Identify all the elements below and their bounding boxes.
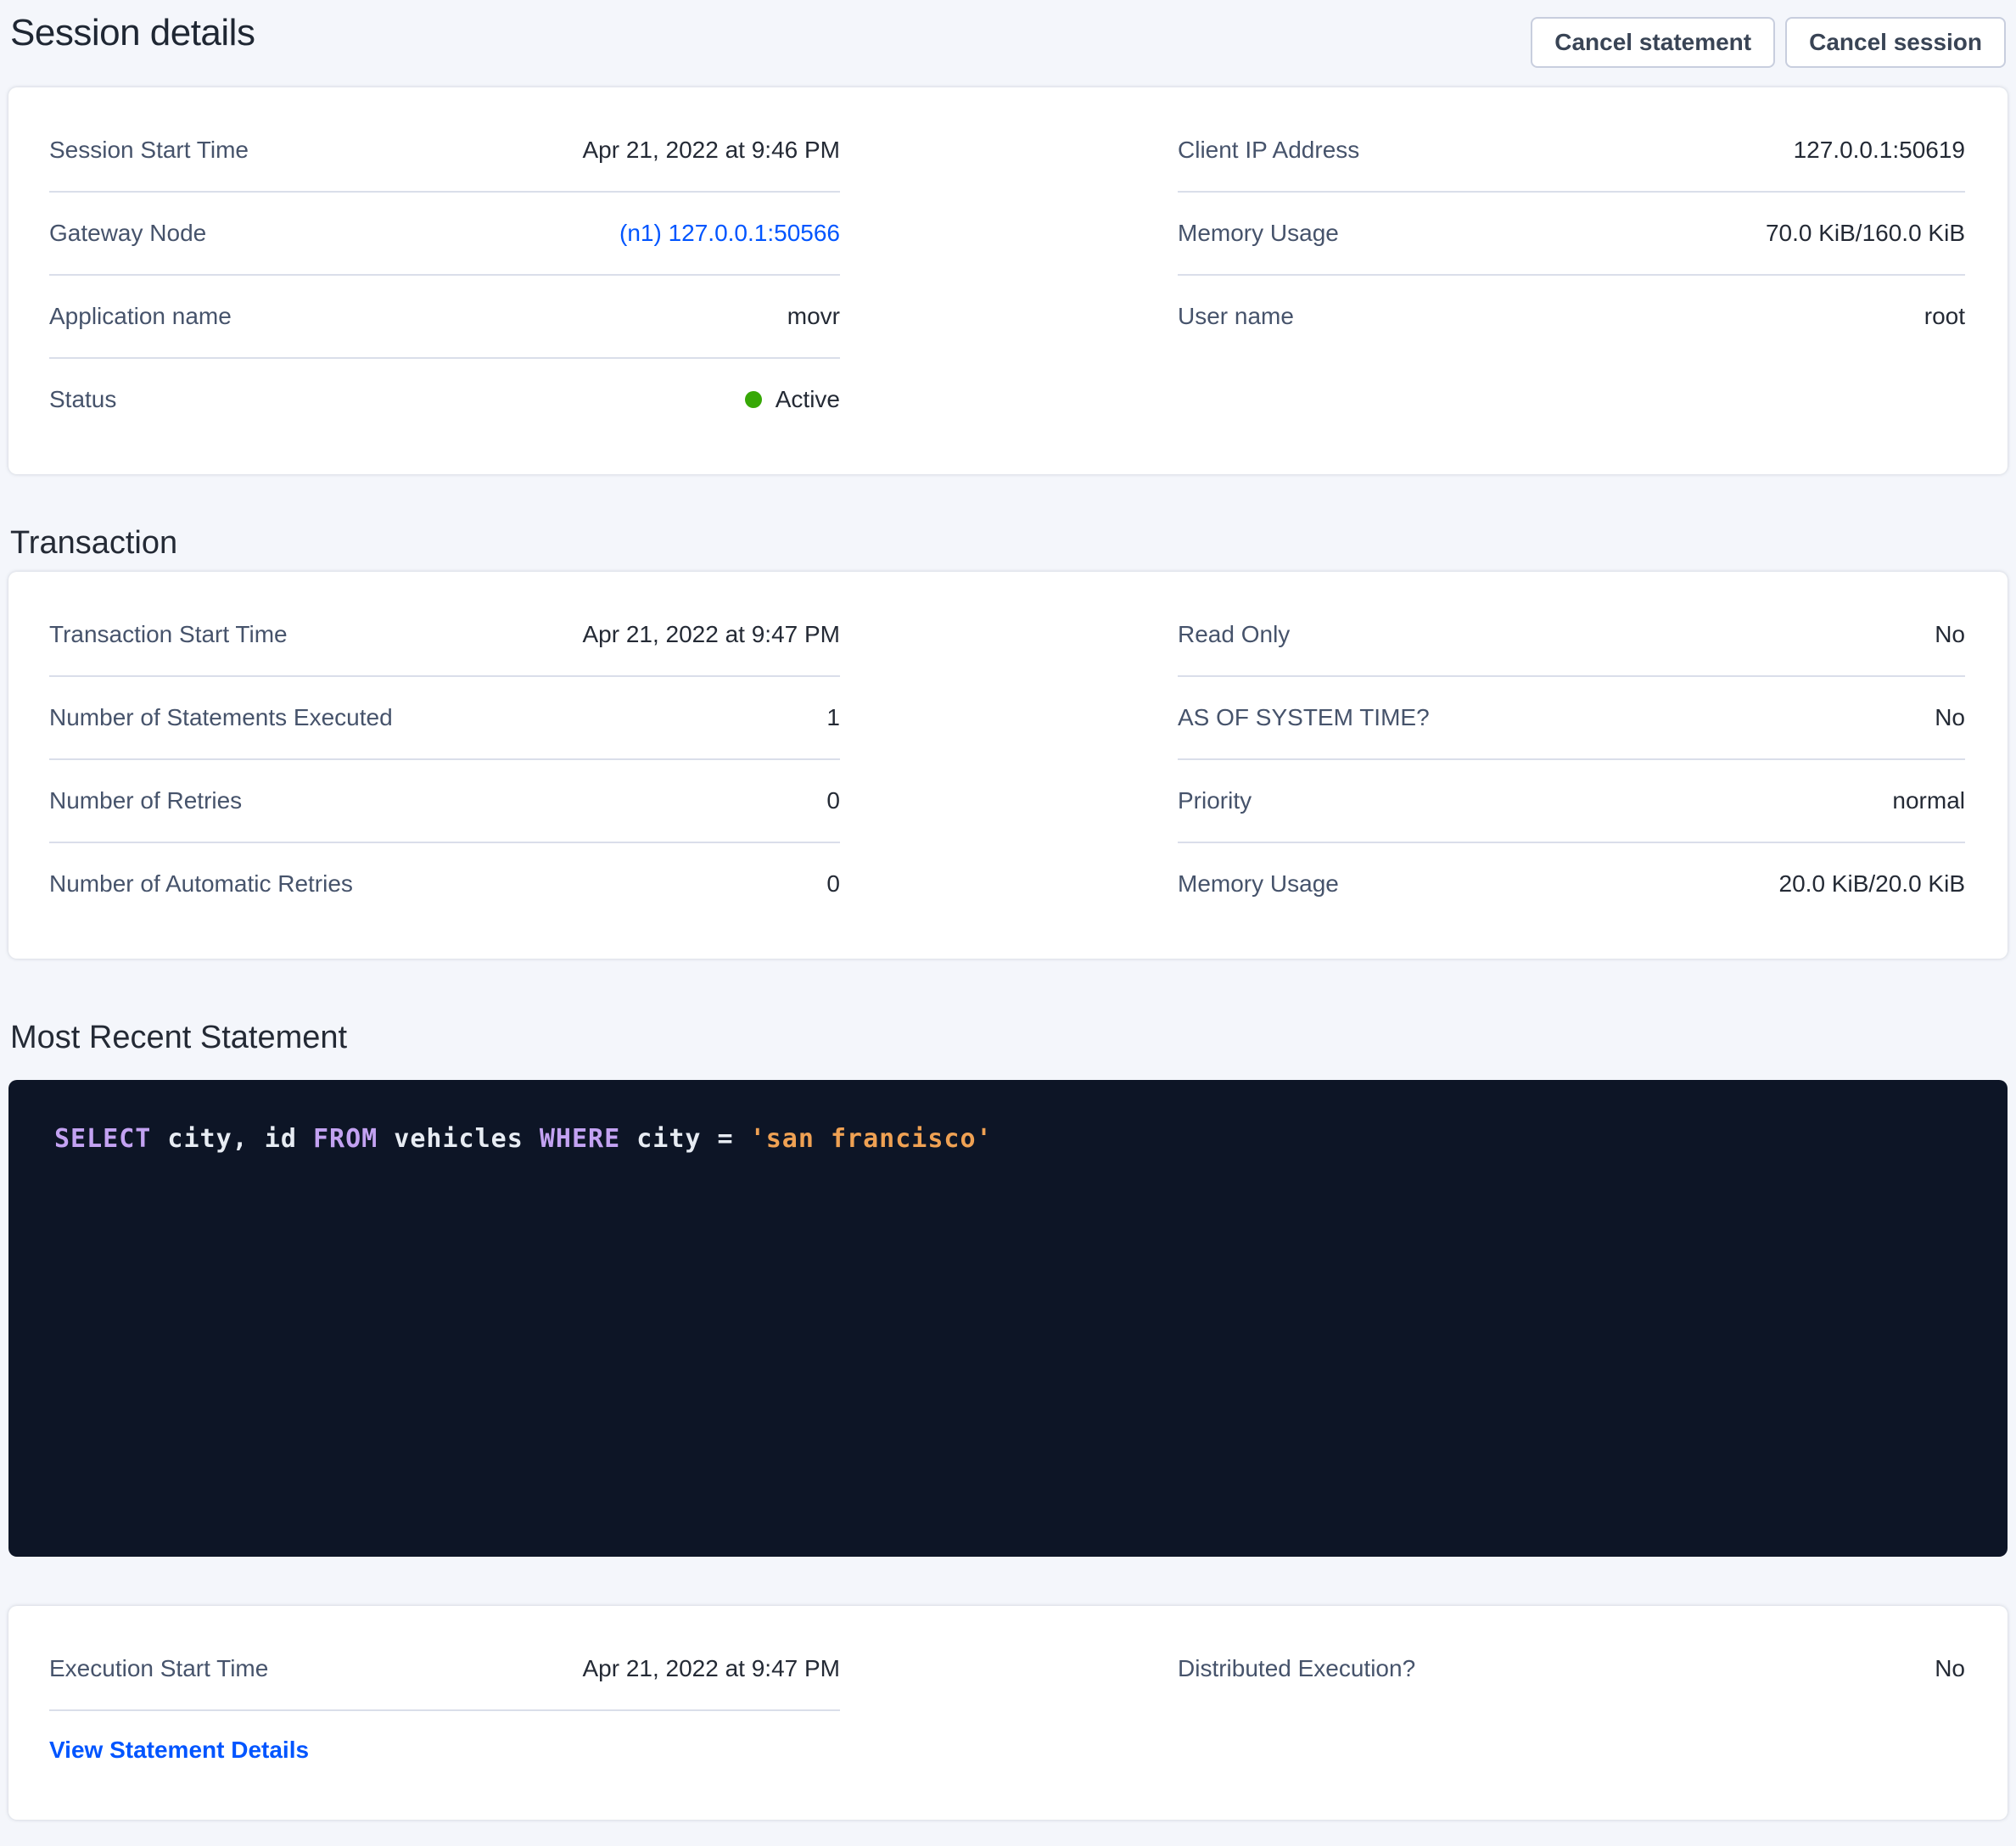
- row-value: normal: [1892, 786, 1965, 816]
- row-value: movr: [787, 301, 840, 332]
- sql-statement-box: SELECT city, id FROM vehicles WHERE city…: [8, 1080, 2008, 1557]
- row-label: Distributed Execution?: [1178, 1653, 1415, 1684]
- execution-card-left-column: Execution Start Time Apr 21, 2022 at 9:4…: [49, 1628, 840, 1765]
- header-actions: Cancel statement Cancel session: [1531, 12, 2006, 68]
- row-value: Apr 21, 2022 at 9:46 PM: [582, 135, 840, 165]
- row-label: Number of Retries: [49, 786, 242, 816]
- row-label: Number of Automatic Retries: [49, 869, 353, 899]
- row-label: Execution Start Time: [49, 1653, 268, 1684]
- row-label: AS OF SYSTEM TIME?: [1178, 702, 1430, 733]
- row-label: Client IP Address: [1178, 135, 1359, 165]
- transaction-card-right-column: Read Only No AS OF SYSTEM TIME? No Prior…: [1178, 594, 1965, 925]
- row-label: Memory Usage: [1178, 218, 1339, 249]
- row-label: Application name: [49, 301, 232, 332]
- row-label: Status: [49, 384, 116, 415]
- row-value: Apr 21, 2022 at 9:47 PM: [582, 619, 840, 650]
- distributed-execution-row: Distributed Execution? No: [1178, 1628, 1965, 1709]
- row-label: Read Only: [1178, 619, 1290, 650]
- session-details-card: Session Start Time Apr 21, 2022 at 9:46 …: [8, 87, 2008, 474]
- row-label: Transaction Start Time: [49, 619, 288, 650]
- sql-keyword: SELECT: [54, 1124, 151, 1154]
- sql-text: city =: [620, 1124, 750, 1154]
- sql-string: 'san francisco': [750, 1124, 993, 1154]
- row-value: 1: [826, 702, 840, 733]
- row-value: 127.0.0.1:50619: [1794, 135, 1965, 165]
- client-ip-row: Client IP Address 127.0.0.1:50619: [1178, 109, 1965, 193]
- row-value: No: [1935, 702, 1965, 733]
- transaction-card-left-column: Transaction Start Time Apr 21, 2022 at 9…: [49, 594, 840, 925]
- status-badge: Active: [745, 384, 840, 415]
- statement-section-title: Most Recent Statement: [10, 1017, 2006, 1058]
- read-only-row: Read Only No: [1178, 594, 1965, 677]
- sql-statement: SELECT city, id FROM vehicles WHERE city…: [54, 1121, 1962, 1158]
- session-card-right-column: Client IP Address 127.0.0.1:50619 Memory…: [1178, 109, 1965, 440]
- status-active-dot-icon: [745, 391, 762, 408]
- page-title: Session details: [10, 12, 255, 54]
- row-label: Gateway Node: [49, 218, 206, 249]
- transaction-section-title: Transaction: [10, 523, 2006, 563]
- session-start-time-row: Session Start Time Apr 21, 2022 at 9:46 …: [49, 109, 840, 193]
- statements-executed-row: Number of Statements Executed 1: [49, 677, 840, 760]
- row-value: root: [1924, 301, 1965, 332]
- application-name-row: Application name movr: [49, 276, 840, 359]
- transaction-card: Transaction Start Time Apr 21, 2022 at 9…: [8, 572, 2008, 959]
- session-memory-usage-row: Memory Usage 70.0 KiB/160.0 KiB: [1178, 193, 1965, 276]
- row-label: Priority: [1178, 786, 1252, 816]
- row-label: Number of Statements Executed: [49, 702, 393, 733]
- sql-keyword: WHERE: [540, 1124, 620, 1154]
- cancel-session-button[interactable]: Cancel session: [1785, 17, 2006, 68]
- row-value: 20.0 KiB/20.0 KiB: [1779, 869, 1965, 899]
- row-label: Session Start Time: [49, 135, 249, 165]
- sql-text: city, id: [151, 1124, 313, 1154]
- gateway-node-link[interactable]: (n1) 127.0.0.1:50566: [619, 218, 840, 249]
- row-label: Memory Usage: [1178, 869, 1339, 899]
- gateway-node-row: Gateway Node (n1) 127.0.0.1:50566: [49, 193, 840, 276]
- status-text: Active: [776, 384, 840, 415]
- execution-start-time-row: Execution Start Time Apr 21, 2022 at 9:4…: [49, 1628, 840, 1711]
- number-of-retries-row: Number of Retries 0: [49, 760, 840, 843]
- user-name-row: User name root: [1178, 276, 1965, 357]
- transaction-start-time-row: Transaction Start Time Apr 21, 2022 at 9…: [49, 594, 840, 677]
- page-header: Session details Cancel statement Cancel …: [0, 0, 2016, 87]
- execution-card-right-column: Distributed Execution? No: [1178, 1628, 1965, 1765]
- view-statement-details-row: View Statement Details: [49, 1711, 840, 1765]
- priority-row: Priority normal: [1178, 760, 1965, 843]
- sql-keyword: FROM: [313, 1124, 378, 1154]
- view-statement-details-link[interactable]: View Statement Details: [49, 1737, 309, 1763]
- cancel-statement-button[interactable]: Cancel statement: [1531, 17, 1775, 68]
- row-value: No: [1935, 1653, 1965, 1684]
- automatic-retries-row: Number of Automatic Retries 0: [49, 843, 840, 925]
- as-of-system-time-row: AS OF SYSTEM TIME? No: [1178, 677, 1965, 760]
- transaction-memory-usage-row: Memory Usage 20.0 KiB/20.0 KiB: [1178, 843, 1965, 925]
- row-value: 0: [826, 786, 840, 816]
- row-value: 0: [826, 869, 840, 899]
- row-value: Apr 21, 2022 at 9:47 PM: [582, 1653, 840, 1684]
- row-value: No: [1935, 619, 1965, 650]
- row-value: 70.0 KiB/160.0 KiB: [1766, 218, 1965, 249]
- session-card-left-column: Session Start Time Apr 21, 2022 at 9:46 …: [49, 109, 840, 440]
- execution-card: Execution Start Time Apr 21, 2022 at 9:4…: [8, 1606, 2008, 1820]
- sql-text: vehicles: [378, 1124, 540, 1154]
- row-label: User name: [1178, 301, 1294, 332]
- status-row: Status Active: [49, 359, 840, 440]
